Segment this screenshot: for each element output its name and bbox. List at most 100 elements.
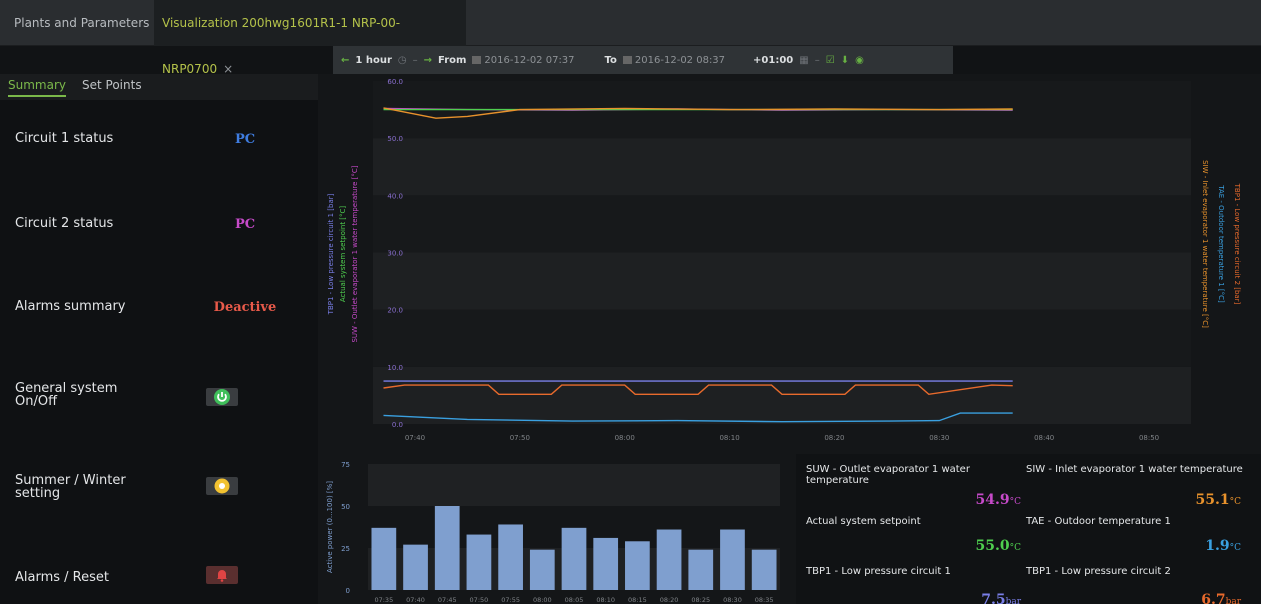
x-tick-label: 08:15	[628, 596, 647, 604]
x-tick-label: 08:30	[723, 596, 742, 604]
power-button[interactable]	[206, 388, 238, 406]
value-label: TBP1 - Low pressure circuit 1	[806, 566, 951, 577]
forward-arrow-icon[interactable]: →	[424, 55, 432, 66]
main-chart-svg: 0.0 10.0 20.0 30.0 40.0 50.0 60.0 07:40 07:50 08:…	[327, 78, 1241, 442]
to-label: To	[604, 54, 617, 66]
tab-summary[interactable]: Summary	[8, 78, 66, 97]
bar	[625, 541, 650, 590]
y-tick-label: 60.0	[387, 78, 403, 86]
right-axis-label: SIW - Inlet evaporator 1 water temperatu…	[1201, 160, 1209, 328]
x-tick-label: 08:35	[755, 596, 774, 604]
range-selector[interactable]: 1 hour	[355, 55, 391, 66]
value-label: SUW - Outlet evaporator 1 water temperat…	[806, 464, 970, 486]
download-icon[interactable]: ⬇	[841, 55, 849, 66]
to-date-field[interactable]: 2016-12-02 08:37	[622, 55, 725, 66]
x-tick-label: 07:40	[406, 596, 425, 604]
value-label: SIW - Inlet evaporator 1 water temperatu…	[1026, 464, 1243, 475]
y-tick-label: 10.0	[387, 364, 403, 372]
x-tick-label: 08:30	[929, 434, 949, 442]
value-label: TAE - Outdoor temperature 1	[1026, 516, 1171, 527]
chart-band	[373, 195, 1191, 253]
power-icon	[214, 389, 230, 405]
y-axis-label: Active power (0...100) [%]	[326, 481, 334, 573]
x-tick-label: 08:20	[660, 596, 679, 604]
x-tick-label: 08:40	[1034, 434, 1054, 442]
summer-winter-button[interactable]	[206, 477, 238, 495]
clock-icon: ◷	[397, 54, 407, 66]
chart-band	[373, 252, 1191, 310]
value-number: 55.0	[975, 538, 1010, 554]
x-tick-label: 08:50	[1139, 434, 1159, 442]
bar	[751, 549, 777, 590]
y-tick-label: 40.0	[387, 192, 403, 200]
value-number: 54.9	[975, 492, 1010, 508]
value-unit: °C	[1009, 543, 1021, 553]
bar	[498, 524, 523, 590]
value-reading: 1.9°C	[1026, 538, 1241, 554]
value-number: 6.7	[1201, 592, 1226, 604]
tab-plants-and-parameters[interactable]: Plants and Parameters	[14, 0, 149, 46]
y-tick-label: 30.0	[387, 250, 403, 258]
alarms-reset-button[interactable]	[206, 566, 238, 584]
checkbox-icon[interactable]: ☑	[826, 55, 835, 66]
y-tick-label: 0.0	[392, 421, 403, 429]
right-axis-label: TAE - Outdoor temperature 1 [°C]	[1217, 184, 1225, 303]
summer-winter-label: Summer / Winter setting	[15, 473, 126, 501]
value-number: 1.9	[1205, 538, 1230, 554]
grid-icon[interactable]: ▦	[799, 55, 808, 66]
main-line-chart: 0.0 10.0 20.0 30.0 40.0 50.0 60.0 07:40 07:50 08:…	[318, 74, 1261, 454]
x-tick-label: 07:50	[510, 434, 530, 442]
value-unit: bar	[1005, 597, 1021, 604]
value-label: TBP1 - Low pressure circuit 2	[1026, 566, 1171, 577]
chart-band	[368, 464, 780, 506]
x-tick-label: 08:05	[565, 596, 584, 604]
calendar-icon	[622, 55, 632, 64]
value-reading: 55.1°C	[1026, 492, 1242, 508]
chart-band	[373, 309, 1191, 367]
bar	[529, 549, 555, 590]
value-reading: 7.5bar	[806, 592, 1021, 604]
chart-band	[373, 138, 1191, 196]
left-axis-label: SUW - Outlet evaporator 1 water temperat…	[351, 165, 359, 342]
y-tick-label: 20.0	[387, 307, 403, 315]
bar-chart-svg: 0 25 50 75 Active power (0...100) [%] 07:35 07…	[326, 461, 780, 604]
tab-bar: Plants and Parameters Visualization 200h…	[0, 0, 1261, 76]
bar	[434, 506, 460, 590]
from-date-field[interactable]: 2016-12-02 07:37	[472, 55, 575, 66]
x-tick-label: 07:45	[438, 596, 457, 604]
bar	[466, 534, 492, 590]
tab-set-points[interactable]: Set Points	[82, 78, 142, 92]
power-bar-chart: 0 25 50 75 Active power (0...100) [%] 07:35 07…	[318, 454, 796, 604]
tab-visualization[interactable]: Visualization 200hwg1601R1-1 NRP-00-NRP0…	[154, 0, 466, 76]
value-reading: 55.0°C	[806, 538, 1022, 554]
y-tick-label: 50.0	[387, 135, 403, 143]
circuit1-label: Circuit 1 status	[15, 131, 114, 146]
bar	[688, 549, 714, 590]
dash-icon: –	[412, 54, 418, 66]
back-arrow-icon[interactable]: ←	[341, 55, 349, 66]
dash-icon: –	[814, 54, 820, 66]
sun-icon	[214, 478, 230, 494]
value-unit: °C	[1009, 497, 1021, 507]
bell-icon	[214, 567, 230, 583]
x-tick-label: 07:35	[374, 596, 393, 604]
y-tick-label: 0	[346, 587, 350, 595]
x-tick-label: 08:20	[824, 434, 844, 442]
value-unit: bar	[1225, 597, 1241, 604]
y-tick-label: 75	[341, 461, 350, 469]
x-tick-label: 07:55	[501, 596, 520, 604]
calendar-icon	[472, 55, 482, 64]
eye-icon[interactable]: ◉	[855, 55, 864, 66]
y-tick-label: 25	[341, 545, 350, 553]
summary-panel: Circuit 1 status PC Circuit 2 status PC …	[0, 100, 318, 604]
value-reading: 6.7bar	[1026, 592, 1241, 604]
general-onoff-label: General system On/Off	[15, 381, 118, 409]
circuit2-label: Circuit 2 status	[15, 216, 114, 231]
value-label: Actual system setpoint	[806, 516, 921, 527]
circuit2-status: PC	[234, 217, 256, 232]
chart-band	[373, 366, 1191, 424]
x-tick-label: 07:50	[470, 596, 489, 604]
timezone-selector[interactable]: +01:00	[753, 55, 793, 66]
value-number: 55.1	[1195, 492, 1230, 508]
alarms-reset-label: Alarms / Reset	[15, 570, 109, 585]
